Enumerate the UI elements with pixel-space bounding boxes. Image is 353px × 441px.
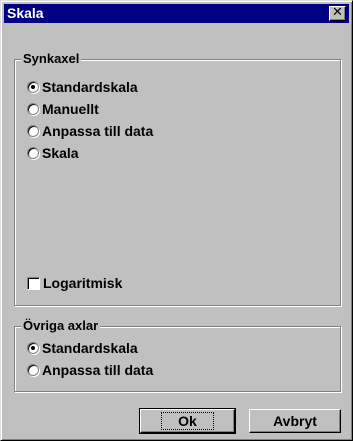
synk-option-skala[interactable]: Skala bbox=[27, 144, 79, 162]
radio-icon[interactable] bbox=[27, 147, 39, 159]
option-label: Standardskala bbox=[42, 79, 138, 95]
title-bar[interactable]: Skala ✕ bbox=[4, 4, 349, 23]
window-title: Skala bbox=[7, 5, 44, 21]
synk-axis-legend: Synkaxel bbox=[21, 51, 82, 67]
radio-icon[interactable] bbox=[27, 125, 39, 137]
synk-axis-group: Synkaxel Standardskala Manuellt Anpassa … bbox=[14, 51, 341, 306]
ok-button-label: Ok bbox=[161, 412, 214, 430]
other-option-anpassa[interactable]: Anpassa till data bbox=[27, 361, 153, 379]
other-option-standardskala[interactable]: Standardskala bbox=[27, 339, 138, 357]
radio-icon[interactable] bbox=[27, 103, 39, 115]
log-checkbox[interactable] bbox=[27, 276, 40, 290]
other-axes-group: Övriga axlar Standardskala Anpassa till … bbox=[14, 318, 341, 392]
log-checkbox-row[interactable]: Logaritmisk bbox=[27, 274, 122, 292]
other-axes-legend: Övriga axlar bbox=[21, 318, 101, 334]
close-icon: ✕ bbox=[332, 5, 343, 20]
cancel-button-label: Avbryt bbox=[273, 413, 317, 429]
option-label: Anpassa till data bbox=[42, 123, 154, 139]
option-label: Manuellt bbox=[42, 101, 99, 117]
radio-icon[interactable] bbox=[27, 364, 39, 376]
option-label: Skala bbox=[42, 145, 79, 161]
synk-option-anpassa[interactable]: Anpassa till data bbox=[27, 122, 153, 140]
scale-dialog: Skala ✕ Synkaxel Standardskala Manuellt … bbox=[0, 0, 353, 441]
option-label: Standardskala bbox=[42, 340, 138, 356]
cancel-button[interactable]: Avbryt bbox=[249, 409, 341, 433]
option-label: Anpassa till data bbox=[42, 362, 154, 378]
synk-option-standardskala[interactable]: Standardskala bbox=[27, 78, 138, 96]
radio-selected-icon[interactable] bbox=[27, 342, 39, 354]
ok-button[interactable]: Ok bbox=[139, 408, 236, 434]
synk-option-manuellt[interactable]: Manuellt bbox=[27, 100, 99, 118]
log-checkbox-label: Logaritmisk bbox=[43, 275, 123, 291]
close-button[interactable]: ✕ bbox=[329, 6, 346, 21]
radio-selected-icon[interactable] bbox=[27, 81, 39, 93]
